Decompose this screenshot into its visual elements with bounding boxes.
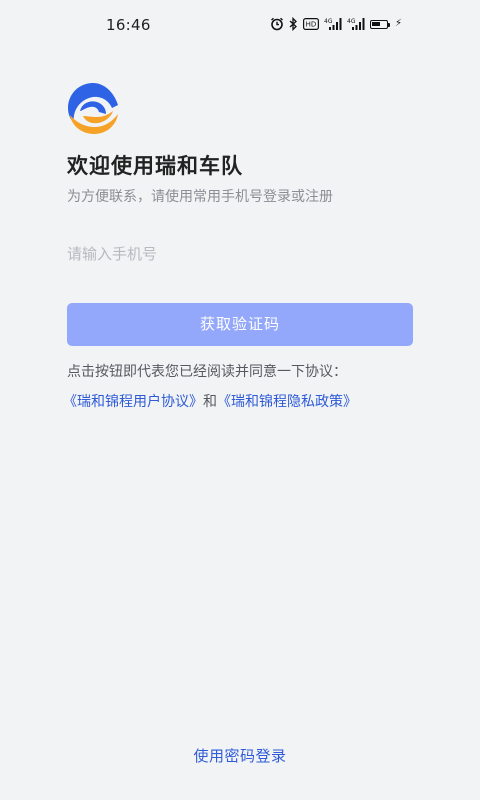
agreement-notice: 点击按钮即代表您已经阅读并同意一下协议： (67, 364, 347, 380)
status-time: 16:46 (106, 16, 151, 34)
charging-icon: ⚡ (394, 18, 402, 29)
hd-icon: HD (302, 17, 319, 31)
login-screen: 16:46 HD 4G 4G ⚡ 欢迎使用瑞和车队 为方便联系，请使用常用手机号… (0, 0, 480, 800)
phone-number-input[interactable] (67, 240, 413, 268)
4g-signal-icon: 4G (347, 17, 365, 31)
ruihe-logo-icon (66, 81, 120, 135)
welcome-subtitle: 为方便联系，请使用常用手机号登录或注册 (67, 189, 333, 205)
get-verification-code-button[interactable]: 获取验证码 (67, 303, 413, 346)
battery-icon (369, 17, 390, 31)
welcome-title: 欢迎使用瑞和车队 (67, 154, 243, 178)
alarm-icon (270, 17, 284, 31)
status-icons: HD 4G 4G ⚡ (270, 17, 402, 31)
bluetooth-icon (289, 17, 298, 31)
privacy-policy-link[interactable]: 《瑞和锦程隐私政策》 (217, 394, 357, 410)
network-label-2: 4G (347, 18, 356, 25)
agreement-joiner: 和 (203, 394, 217, 410)
password-login-link[interactable]: 使用密码登录 (0, 745, 480, 766)
agreement-links: 《瑞和锦程用户协议》和《瑞和锦程隐私政策》 (63, 391, 357, 411)
4g-signal-icon: 4G (324, 17, 342, 31)
hd-label: HD (306, 21, 317, 29)
network-label-1: 4G (324, 18, 333, 25)
status-bar: 16:46 HD 4G 4G ⚡ (0, 0, 480, 50)
user-agreement-link[interactable]: 《瑞和锦程用户协议》 (63, 394, 203, 410)
